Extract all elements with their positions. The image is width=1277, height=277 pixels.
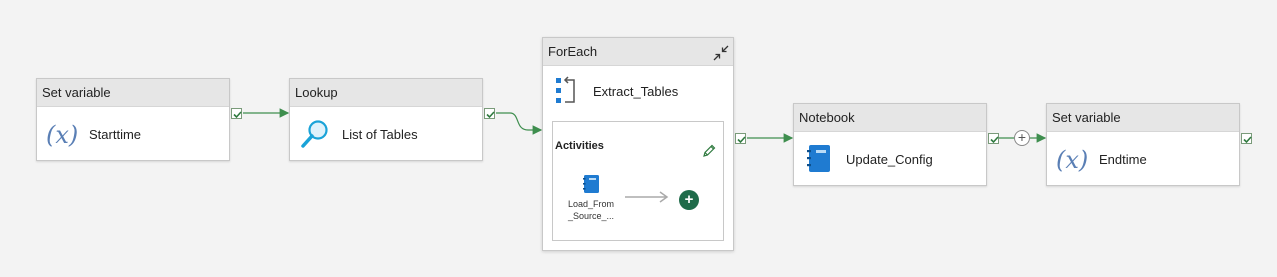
- svg-text:(x): (x): [46, 121, 78, 149]
- svg-text:(x): (x): [1056, 146, 1088, 174]
- connector-2: [496, 112, 543, 135]
- edit-pencil-icon[interactable]: [701, 143, 717, 159]
- activity-foreach[interactable]: ForEach Extract_Tables Activities Load_F…: [542, 37, 734, 251]
- activity-name: Starttime: [89, 126, 142, 142]
- success-output-handle[interactable]: [735, 133, 746, 144]
- success-output-handle[interactable]: [484, 108, 495, 119]
- activity-name: List of Tables: [342, 126, 418, 142]
- notebook-icon: [582, 174, 600, 194]
- foreach-icon: [555, 76, 579, 106]
- activity-type-label: Set variable: [37, 79, 229, 107]
- success-output-handle[interactable]: [231, 108, 242, 119]
- success-output-handle[interactable]: [1241, 133, 1252, 144]
- activity-set-variable-endtime[interactable]: Set variable (x) Endtime: [1046, 103, 1240, 186]
- activity-set-variable-starttime[interactable]: Set variable (x) Starttime: [36, 78, 230, 161]
- activity-type-label: Lookup: [290, 79, 482, 107]
- activity-type-label: ForEach: [543, 38, 733, 66]
- success-output-handle[interactable]: [988, 133, 999, 144]
- activity-name: Endtime: [1099, 151, 1147, 167]
- activity-lookup[interactable]: Lookup List of Tables: [289, 78, 483, 161]
- variable-icon: (x): [1055, 142, 1089, 176]
- pipeline-canvas[interactable]: Set variable (x) Starttime Lookup List o…: [0, 0, 1277, 277]
- variable-icon: (x): [45, 117, 79, 151]
- inner-activity-notebook[interactable]: Load_From _Source_...: [561, 174, 621, 222]
- lookup-icon: [298, 117, 332, 151]
- activity-notebook[interactable]: Notebook Update_Config: [793, 103, 987, 186]
- add-activity-button[interactable]: +: [679, 190, 699, 210]
- notebook-icon: [802, 142, 836, 176]
- inner-activity-name-line2: _Source_...: [567, 211, 615, 221]
- foreach-type-label: ForEach: [548, 44, 598, 59]
- activity-name: Update_Config: [846, 151, 933, 167]
- collapse-icon[interactable]: [713, 43, 729, 61]
- inner-arrow-icon: [625, 191, 669, 203]
- activity-type-label: Notebook: [794, 104, 986, 132]
- activity-type-label: Set variable: [1047, 104, 1239, 132]
- foreach-activities-panel[interactable]: Activities Load_From _Source_... +: [552, 121, 724, 241]
- connector-add-button[interactable]: +: [1014, 130, 1030, 146]
- activity-name: Extract_Tables: [593, 83, 679, 99]
- activities-label: Activities: [555, 140, 604, 152]
- foreach-header-row: Extract_Tables: [555, 76, 678, 106]
- inner-activity-name-line1: Load_From: [567, 199, 615, 209]
